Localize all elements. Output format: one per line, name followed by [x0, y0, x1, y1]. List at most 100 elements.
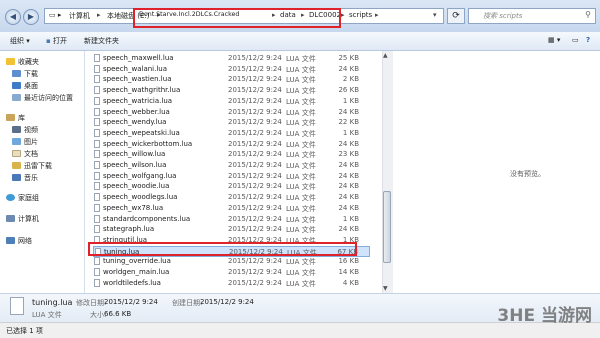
folder-icon: ▭ ▸	[49, 11, 62, 19]
file-type: LUA 文件	[286, 87, 316, 96]
file-row[interactable]: worldgen_main.lua 2015/12/2 9:24 LUA 文件 14 …	[93, 267, 370, 278]
file-row[interactable]: speech_wastien.lua 2015/12/2 9:24 LUA 文件 2 …	[93, 74, 370, 85]
help-icon[interactable]: ?	[586, 36, 590, 44]
file-row[interactable]: standardcomponents.lua 2015/12/2 9:24 LUA …	[93, 214, 370, 225]
lua-file-icon	[94, 225, 100, 234]
breadcrumb-scripts[interactable]: scripts	[349, 11, 372, 19]
scroll-up-icon[interactable]: ▲	[383, 52, 388, 59]
nav-item-music[interactable]: 音乐	[12, 173, 38, 183]
file-row[interactable]: speech_woodlegs.lua 2015/12/2 9:24 LUA 文件 2…	[93, 192, 370, 203]
network-icon	[6, 237, 15, 244]
nav-item-recent[interactable]: 最近访问的位置	[12, 93, 73, 103]
file-type: LUA 文件	[286, 76, 316, 85]
file-type: LUA 文件	[286, 97, 316, 106]
nav-label: 最近访问的位置	[24, 94, 73, 102]
breadcrumb-computer[interactable]: 计算机	[69, 11, 90, 21]
nav-item-desktop[interactable]: 桌面	[12, 81, 38, 91]
lua-file-icon	[94, 214, 100, 223]
file-row[interactable]: speech_wepeatski.lua 2015/12/2 9:24 LUA 文件…	[93, 128, 370, 139]
lua-file-icon	[94, 278, 100, 287]
nav-item-videos[interactable]: 视频	[12, 125, 38, 135]
search-placeholder: 搜索 scripts	[483, 12, 523, 20]
nav-computer[interactable]: 计算机	[6, 214, 39, 224]
nav-label: 桌面	[24, 82, 38, 90]
file-date: 2015/12/2 9:24	[228, 150, 282, 159]
organize-button[interactable]: 组织 ▾	[10, 36, 30, 46]
scroll-down-icon[interactable]: ▼	[383, 285, 388, 292]
file-name: worldtiledefs.lua	[103, 278, 161, 287]
file-row[interactable]: speech_maxwell.lua 2015/12/2 9:24 LUA 文件 25…	[93, 53, 370, 64]
scrollbar-thumb[interactable]	[383, 191, 391, 263]
new-folder-button[interactable]: 新建文件夹	[84, 36, 119, 46]
watermark-logo: 3HE 当游网	[497, 306, 592, 326]
lua-file-icon	[94, 96, 100, 105]
breadcrumb-separator-icon[interactable]: ▸	[375, 11, 379, 19]
file-row[interactable]: speech_willow.lua 2015/12/2 9:24 LUA 文件 23 …	[93, 149, 370, 160]
file-row[interactable]: speech_woodie.lua 2015/12/2 9:24 LUA 文件 24 …	[93, 181, 370, 192]
file-name: speech_watricia.lua	[103, 96, 173, 105]
file-date: 2015/12/2 9:24	[228, 268, 282, 276]
search-input[interactable]: 搜索 scripts ⚲	[468, 8, 596, 24]
nav-item-downloads[interactable]: 下载	[12, 69, 38, 79]
file-type: LUA 文件	[286, 172, 316, 181]
nav-library[interactable]: 库	[6, 113, 25, 123]
file-date: 2015/12/2 9:24	[228, 214, 282, 223]
file-row[interactable]: speech_wolfgang.lua 2015/12/2 9:24 LUA 文件 2…	[93, 171, 370, 182]
lua-file-icon	[94, 171, 100, 180]
open-button[interactable]: ▪ 打开	[46, 36, 67, 46]
file-date: 2015/12/2 9:24	[228, 86, 282, 95]
refresh-icon[interactable]: ⟳	[447, 8, 465, 24]
computer-icon	[6, 215, 15, 222]
file-size: 1 KB	[342, 128, 359, 137]
address-highlight-box	[133, 8, 341, 28]
file-type: LUA 文件	[286, 108, 316, 117]
file-row[interactable]: speech_wendy.lua 2015/12/2 9:24 LUA 文件 22 K…	[93, 117, 370, 128]
file-name: speech_walani.lua	[103, 64, 168, 73]
detail-filename: tuning.lua	[32, 298, 73, 307]
nav-item-documents[interactable]: 文档	[12, 149, 38, 159]
nav-favorites[interactable]: 收藏夹	[6, 57, 39, 67]
file-row[interactable]: speech_wilson.lua 2015/12/2 9:24 LUA 文件 24 …	[93, 160, 370, 171]
address-dropdown-icon[interactable]: ▾	[433, 11, 437, 19]
lua-file-icon	[94, 257, 100, 266]
nav-label: 文档	[24, 150, 38, 158]
nav-label: 收藏夹	[18, 58, 39, 66]
file-size: 24 KB	[338, 203, 359, 212]
preview-pane-icon[interactable]: ▭	[572, 36, 579, 44]
file-date: 2015/12/2 9:24	[228, 96, 282, 105]
view-options-icon[interactable]: ▦ ▾	[548, 36, 560, 44]
file-size: 24 KB	[338, 161, 359, 169]
breadcrumb-separator-icon[interactable]: ▸	[341, 11, 345, 19]
file-row[interactable]: stategraph.lua 2015/12/2 9:24 LUA 文件 24 KB	[93, 224, 370, 235]
breadcrumb-separator-icon[interactable]: ▸	[97, 11, 101, 19]
nav-item-pictures[interactable]: 图片	[12, 137, 38, 147]
file-row[interactable]: speech_wx78.lua 2015/12/2 9:24 LUA 文件 24 KB	[93, 203, 370, 214]
file-row[interactable]: speech_walani.lua 2015/12/2 9:24 LUA 文件 24 …	[93, 64, 370, 75]
file-size: 24 KB	[338, 182, 359, 191]
file-row[interactable]: speech_watricia.lua 2015/12/2 9:24 LUA 文件 1…	[93, 96, 370, 107]
file-row[interactable]: speech_wathgrithr.lua 2015/12/2 9:24 LUA 文…	[93, 85, 370, 96]
file-size: 24 KB	[338, 171, 359, 180]
file-type: LUA 文件	[286, 258, 316, 267]
lua-file-icon	[94, 203, 100, 212]
back-button[interactable]: ◀	[5, 9, 21, 25]
nav-item-thunder[interactable]: 迅雷下载	[12, 161, 52, 171]
lua-file-icon	[94, 86, 100, 95]
file-name: stategraph.lua	[103, 225, 155, 234]
lua-file-icon	[94, 139, 100, 148]
file-date: 2015/12/2 9:24	[228, 203, 282, 212]
nav-network[interactable]: 网络	[6, 236, 32, 246]
file-name: speech_wx78.lua	[103, 203, 164, 212]
star-icon	[6, 58, 15, 65]
nav-label: 图片	[24, 138, 38, 146]
file-row[interactable]: speech_wickerbottom.lua 2015/12/2 9:24 LUA…	[93, 139, 370, 150]
file-type: LUA 文件	[286, 194, 316, 203]
open-icon: ▪	[46, 37, 53, 45]
nav-homegroup[interactable]: 家庭组	[6, 193, 39, 203]
file-row[interactable]: speech_webber.lua 2015/12/2 9:24 LUA 文件 24 …	[93, 107, 370, 118]
file-date: 2015/12/2 9:24	[228, 139, 282, 148]
file-row[interactable]: worldtiledefs.lua 2015/12/2 9:24 LUA 文件 4 K…	[93, 278, 370, 289]
forward-button[interactable]: ▶	[23, 9, 39, 25]
file-date: 2015/12/2 9:24	[228, 193, 282, 202]
file-row[interactable]: tuning_override.lua 2015/12/2 9:24 LUA 文件 1…	[93, 256, 370, 267]
